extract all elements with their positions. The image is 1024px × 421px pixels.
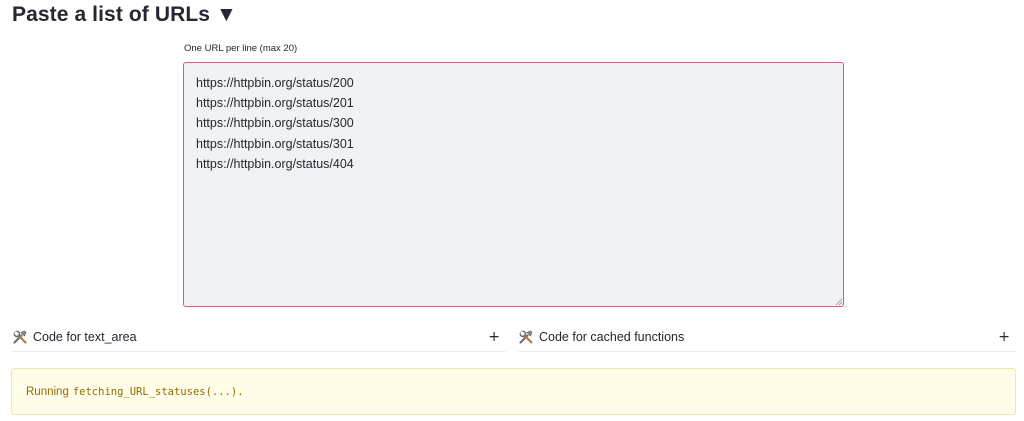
hammer-and-wrench-icon: [12, 329, 28, 345]
expander-label: Code for text_area: [33, 329, 137, 344]
page-title: Paste a list of URLs ▼: [12, 3, 237, 26]
resize-grip-icon[interactable]: [835, 298, 843, 306]
expander-code-for-text-area[interactable]: Code for text_area +: [12, 322, 506, 352]
hammer-and-wrench-icon: [518, 329, 534, 345]
status-alert-code: fetching_URL_statuses(...).: [72, 385, 244, 398]
expander-code-for-cached-functions[interactable]: Code for cached functions +: [518, 322, 1016, 352]
url-list-textarea[interactable]: [183, 62, 844, 307]
status-alert: Running fetching_URL_statuses(...).: [11, 368, 1016, 415]
plus-icon[interactable]: +: [998, 329, 1010, 345]
expander-label: Code for cached functions: [539, 329, 685, 344]
url-input-label: One URL per line (max 20): [184, 43, 298, 54]
status-alert-prefix: Running: [26, 385, 69, 398]
plus-icon[interactable]: +: [488, 329, 500, 345]
app-page: Paste a list of URLs ▼ One URL per line …: [0, 0, 1024, 421]
